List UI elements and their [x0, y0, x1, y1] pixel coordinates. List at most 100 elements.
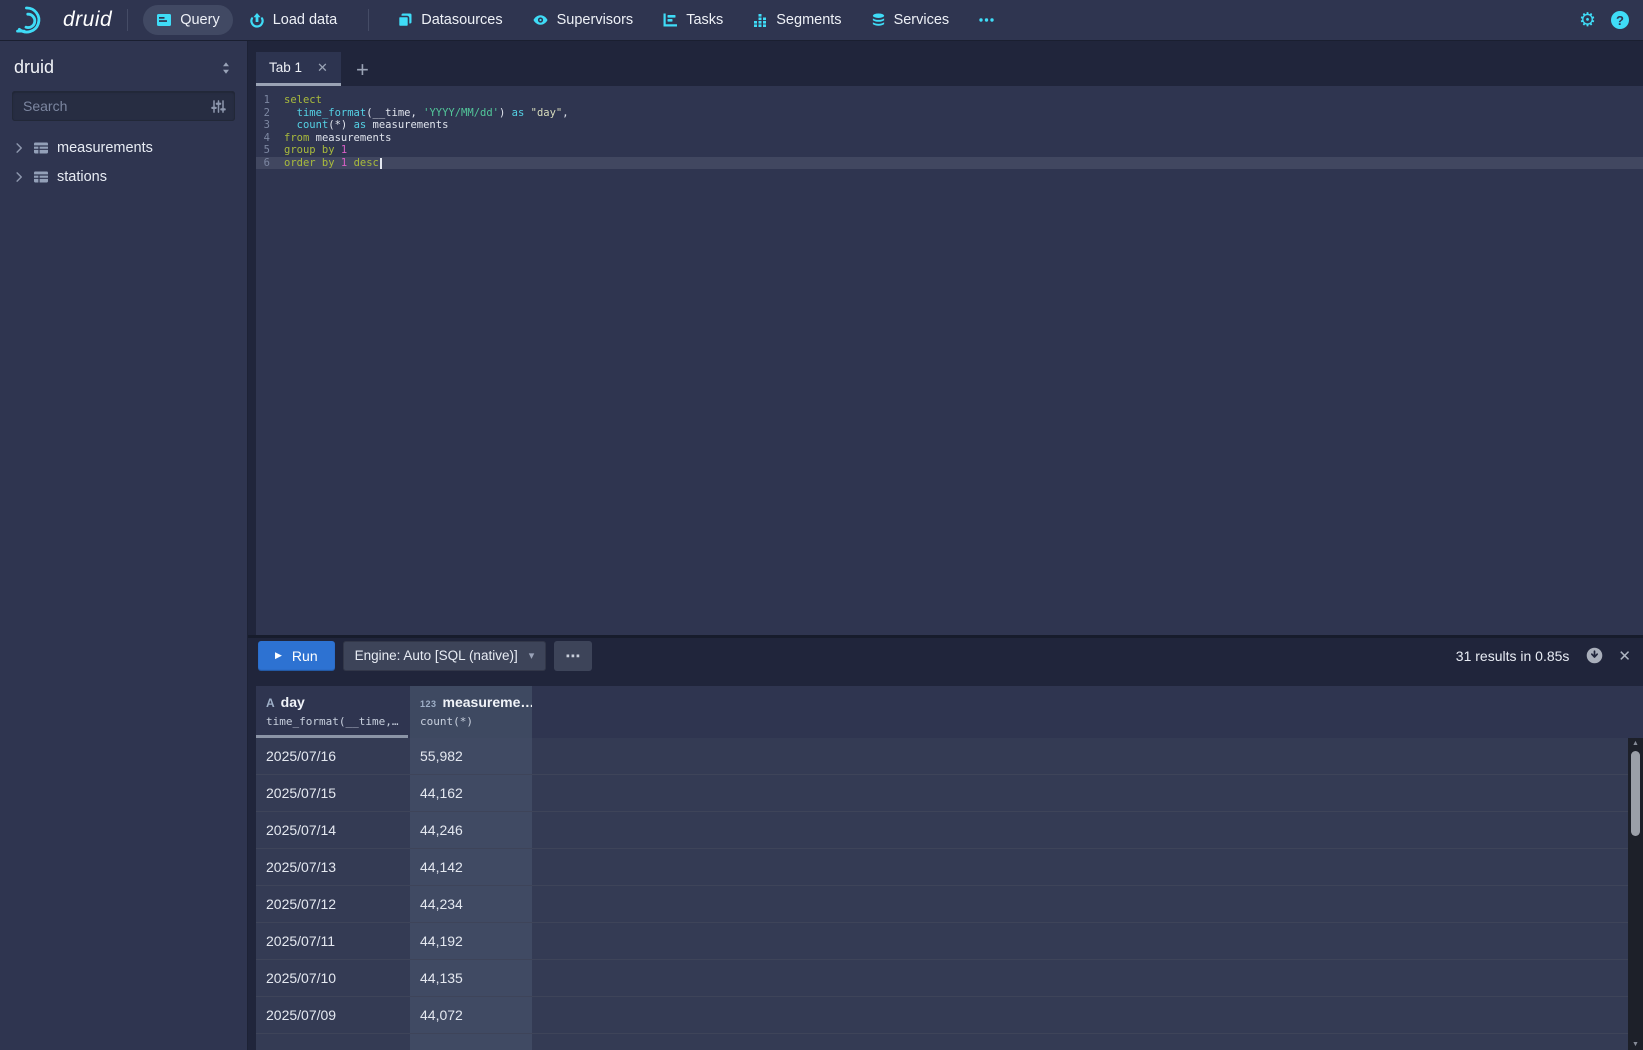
cell-measurements[interactable]: 55,982 [410, 738, 532, 774]
stacked-bars-icon [752, 12, 768, 28]
filter-sliders-icon[interactable] [211, 99, 226, 114]
cell-day[interactable]: 2025/07/10 [256, 960, 410, 996]
code-text: from measurements [284, 132, 391, 145]
console-icon [156, 12, 172, 28]
nav-more[interactable] [965, 5, 1008, 35]
sql-editor[interactable]: 1select2 time_format(__time, 'YYYY/MM/dd… [256, 86, 1643, 635]
engine-select[interactable]: Engine: Auto [SQL (native)] ▾ [343, 641, 547, 671]
cell-measurements[interactable]: 44,135 [410, 960, 532, 996]
druid-logo[interactable]: druid [14, 4, 112, 36]
nav-label: Supervisors [557, 12, 634, 28]
nav-datasources[interactable]: Datasources [384, 5, 515, 35]
cell-day[interactable]: 2025/07/12 [256, 886, 410, 922]
chevron-down-icon: ▾ [529, 649, 535, 662]
nav-label: Services [894, 12, 950, 28]
cell-measurements[interactable]: 44,246 [410, 812, 532, 848]
column-expression: count(*) [420, 715, 532, 728]
nav-query[interactable]: Query [143, 5, 233, 35]
column-header-day[interactable]: Adaytime_format(__time,… [256, 686, 410, 738]
stacked-squares-icon [397, 12, 413, 28]
nav-segments[interactable]: Segments [739, 5, 854, 35]
nav-load-data[interactable]: Load data [236, 5, 351, 35]
tree-item-measurements[interactable]: measurements [0, 133, 247, 162]
cell-day[interactable]: 2025/07/14 [256, 812, 410, 848]
results-scrollbar[interactable]: ▲ ▼ [1628, 738, 1643, 1050]
run-more-button[interactable]: ⋯ [554, 641, 592, 671]
code-line-4[interactable]: 4from measurements [256, 132, 1643, 145]
navbar-divider [127, 9, 128, 31]
cell-measurements[interactable] [410, 1034, 532, 1050]
results-header: Adaytime_format(__time,…123measureme…cou… [256, 686, 1643, 738]
nav-label: Tasks [686, 12, 723, 28]
cell-day[interactable]: 2025/07/11 [256, 923, 410, 959]
scroll-up-icon[interactable]: ▲ [1628, 740, 1643, 747]
add-tab-button[interactable]: + [356, 59, 369, 81]
cell-measurements[interactable]: 44,162 [410, 775, 532, 811]
download-icon[interactable] [1585, 646, 1604, 665]
run-bar: ▶ Run Engine: Auto [SQL (native)] ▾ ⋯ 31… [248, 635, 1643, 673]
tab-close-icon[interactable]: ✕ [317, 60, 328, 76]
tree-item-label: measurements [57, 140, 153, 156]
cell-day[interactable]: 2025/07/09 [256, 997, 410, 1033]
number-type-icon: 123 [420, 699, 437, 709]
table-row: 2025/07/0944,072 [256, 997, 1643, 1034]
run-button[interactable]: ▶ Run [258, 641, 335, 671]
nav-label: Segments [776, 12, 841, 28]
header-filler [532, 686, 1643, 738]
cell-measurements[interactable]: 44,234 [410, 886, 532, 922]
double-caret-vertical-icon[interactable] [219, 61, 233, 75]
code-line-1[interactable]: 1select [256, 94, 1643, 107]
cell-day[interactable]: 2025/07/15 [256, 775, 410, 811]
settings-gear-icon[interactable]: ⚙ [1579, 11, 1596, 30]
results-body: 2025/07/1655,9822025/07/1544,1622025/07/… [256, 738, 1643, 1050]
line-number: 3 [256, 119, 284, 132]
play-icon: ▶ [275, 650, 282, 661]
druid-logo-icon [14, 4, 54, 36]
column-header-measurements[interactable]: 123measureme…count(*) [410, 686, 532, 738]
code-line-2[interactable]: 2 time_format(__time, 'YYYY/MM/dd') as "… [256, 107, 1643, 120]
query-view: Tab 1 ✕ + 1select2 time_format(__time, '… [248, 40, 1643, 1050]
tree-item-stations[interactable]: stations [0, 162, 247, 191]
cell-measurements[interactable]: 44,072 [410, 997, 532, 1033]
code-line-6[interactable]: 6order by 1 desc [256, 157, 1643, 170]
close-results-icon[interactable]: ✕ [1618, 647, 1631, 665]
cell-measurements[interactable]: 44,142 [410, 849, 532, 885]
cell-day[interactable] [256, 1034, 410, 1050]
top-navbar: druid Query Load data Datasources Superviso… [0, 0, 1643, 40]
code-text: group by 1 [284, 144, 347, 157]
more-icon [978, 12, 995, 28]
gantt-icon [662, 12, 678, 28]
scrollbar-thumb[interactable] [1631, 751, 1640, 836]
search-input[interactable] [21, 97, 211, 115]
cell-day[interactable]: 2025/07/16 [256, 738, 410, 774]
nav-label: Query [180, 12, 220, 28]
code-line-5[interactable]: 5group by 1 [256, 144, 1643, 157]
table-row-partial [256, 1034, 1643, 1050]
tab-title: Tab 1 [269, 60, 302, 75]
cell-measurements[interactable]: 44,192 [410, 923, 532, 959]
results-panel: Adaytime_format(__time,…123measureme…cou… [248, 673, 1643, 1050]
druid-wordmark: druid [63, 8, 112, 32]
help-icon[interactable]: ? [1611, 11, 1629, 29]
table-row: 2025/07/1244,234 [256, 886, 1643, 923]
tab-1[interactable]: Tab 1 ✕ [256, 52, 341, 86]
search-box [12, 91, 235, 121]
table-row: 2025/07/1144,192 [256, 923, 1643, 960]
nav-supervisors[interactable]: Supervisors [519, 5, 647, 35]
chevron-right-icon[interactable] [13, 142, 25, 154]
code-text: time_format(__time, 'YYYY/MM/dd') as "da… [284, 107, 569, 120]
scroll-down-icon[interactable]: ▼ [1628, 1041, 1643, 1048]
cell-day[interactable]: 2025/07/13 [256, 849, 410, 885]
schema-name: druid [14, 57, 54, 78]
table-row: 2025/07/1444,246 [256, 812, 1643, 849]
engine-select-label: Engine: Auto [SQL (native)] [355, 648, 518, 663]
database-icon [871, 12, 886, 28]
eye-icon [532, 12, 549, 28]
chevron-right-icon[interactable] [13, 171, 25, 183]
tree-item-label: stations [57, 169, 107, 185]
code-line-3[interactable]: 3 count(*) as measurements [256, 119, 1643, 132]
table-row: 2025/07/1044,135 [256, 960, 1643, 997]
nav-services[interactable]: Services [858, 5, 963, 35]
table-icon [33, 140, 49, 156]
nav-tasks[interactable]: Tasks [649, 5, 736, 35]
